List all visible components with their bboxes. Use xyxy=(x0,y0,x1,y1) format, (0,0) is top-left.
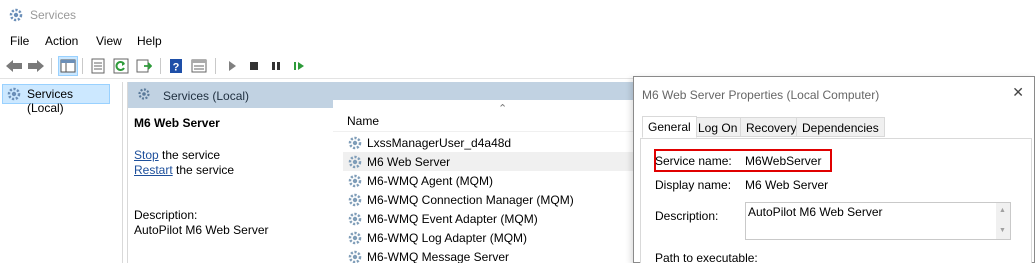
properties-sheet-icon[interactable] xyxy=(88,56,108,76)
menu-help[interactable]: Help xyxy=(137,34,162,48)
forward-arrow-icon[interactable] xyxy=(26,56,46,76)
restart-service-suffix: the service xyxy=(172,163,235,177)
help-icon[interactable]: ? xyxy=(166,56,186,76)
search-gear-icon xyxy=(137,87,153,106)
restart-service-link[interactable]: Restart xyxy=(134,163,173,177)
window-title: Services xyxy=(30,8,77,22)
stop-service-line: Stop the service xyxy=(134,148,220,162)
tab-recovery[interactable]: Recovery xyxy=(740,117,803,137)
refresh-icon[interactable] xyxy=(111,56,131,76)
export-list-icon[interactable] xyxy=(134,56,154,76)
list-item[interactable]: M6-WMQ Event Adapter (MQM) xyxy=(343,209,636,228)
tree-item-label: Services (Local) xyxy=(27,87,74,115)
sort-ascending-icon: ⌃ xyxy=(498,103,508,115)
services-pane: Services (Local) M6 Web Server Stop the … xyxy=(127,82,636,263)
service-name: M6-WMQ Log Adapter (MQM) xyxy=(367,231,528,245)
list-item[interactable]: M6-WMQ Agent (MQM) xyxy=(343,171,636,190)
description-label: Description: xyxy=(134,208,198,222)
play-icon[interactable] xyxy=(222,56,242,76)
list-item[interactable]: M6-WMQ Log Adapter (MQM) xyxy=(343,228,636,247)
service-name-label: Service name: xyxy=(655,154,732,168)
gear-icon xyxy=(6,86,22,105)
description-value: AutoPilot M6 Web Server xyxy=(134,223,269,237)
stop-icon[interactable] xyxy=(244,56,264,76)
display-name-value: M6 Web Server xyxy=(745,178,829,192)
display-name-label: Display name: xyxy=(655,178,732,192)
close-icon[interactable]: ✕ xyxy=(1012,84,1024,101)
service-name: M6-WMQ Event Adapter (MQM) xyxy=(367,212,538,226)
service-name: M6 Web Server xyxy=(367,155,451,169)
back-arrow-icon[interactable] xyxy=(4,56,24,76)
toolbar-separator xyxy=(51,58,52,74)
column-header-name[interactable]: Name xyxy=(347,114,379,128)
menu-file[interactable]: File xyxy=(10,34,29,48)
list-item[interactable]: LxssManagerUser_d4a48d xyxy=(343,133,636,152)
toolbar-separator xyxy=(160,58,161,74)
stop-service-suffix: the service xyxy=(158,148,221,162)
service-gear-icon xyxy=(347,249,363,263)
tab-general[interactable]: General xyxy=(642,116,697,138)
scroll-up-icon[interactable]: ▲ xyxy=(999,207,1006,214)
restart-service-line: Restart the service xyxy=(134,163,234,177)
menu-action[interactable]: Action xyxy=(45,34,78,48)
column-divider xyxy=(333,131,636,132)
svg-text:?: ? xyxy=(173,62,180,74)
services-pane-title: Services (Local) xyxy=(163,89,250,103)
menu-bar: File Action View Help xyxy=(0,31,1035,51)
stop-service-link[interactable]: Stop xyxy=(134,148,159,162)
menu-view[interactable]: View xyxy=(96,34,122,48)
list-item[interactable]: M6-WMQ Message Server xyxy=(343,247,636,263)
service-name: M6-WMQ Message Server xyxy=(367,250,510,263)
service-name: M6-WMQ Connection Manager (MQM) xyxy=(367,193,574,207)
title-bar: Services xyxy=(0,0,1035,30)
general-tab-panel: Service name: M6WebServer Display name: … xyxy=(640,138,1032,263)
description-label: Description: xyxy=(655,209,719,223)
properties-dialog: M6 Web Server Properties (Local Computer… xyxy=(633,76,1035,263)
dialog-title: M6 Web Server Properties (Local Computer… xyxy=(642,88,880,102)
service-name-value: M6WebServer xyxy=(745,154,822,168)
console-view-icon[interactable] xyxy=(189,56,209,76)
description-text: AutoPilot M6 Web Server xyxy=(748,205,883,219)
gear-icon xyxy=(8,7,24,23)
pause-icon[interactable] xyxy=(266,56,286,76)
tab-dependencies[interactable]: Dependencies xyxy=(796,117,885,137)
service-name: LxssManagerUser_d4a48d xyxy=(367,136,512,150)
toolbar-separator xyxy=(215,58,216,74)
tab-log-on[interactable]: Log On xyxy=(692,117,744,137)
toolbar-separator xyxy=(82,58,83,74)
services-list: ⌃ Name LxssManagerUser_d4a48d M6 Web Ser… xyxy=(333,100,636,263)
scroll-down-icon[interactable]: ▼ xyxy=(999,227,1006,234)
description-scrollbar[interactable]: ▲ ▼ xyxy=(996,203,1010,239)
show-hide-tree-icon[interactable] xyxy=(58,56,78,76)
path-to-executable-label: Path to executable: xyxy=(655,251,758,263)
tree-item-services-local[interactable]: Services (Local) xyxy=(2,84,110,115)
service-detail-panel: M6 Web Server Stop the service Restart t… xyxy=(128,108,333,263)
list-item[interactable]: M6-WMQ Connection Manager (MQM) xyxy=(343,190,636,209)
selected-service-name: M6 Web Server xyxy=(134,116,220,130)
resume-icon[interactable] xyxy=(289,56,309,76)
description-field[interactable]: AutoPilot M6 Web Server ▲ ▼ xyxy=(745,202,1011,240)
service-name: M6-WMQ Agent (MQM) xyxy=(367,174,494,188)
console-tree: Services (Local) xyxy=(0,82,123,263)
list-item-selected[interactable]: M6 Web Server xyxy=(343,152,636,171)
